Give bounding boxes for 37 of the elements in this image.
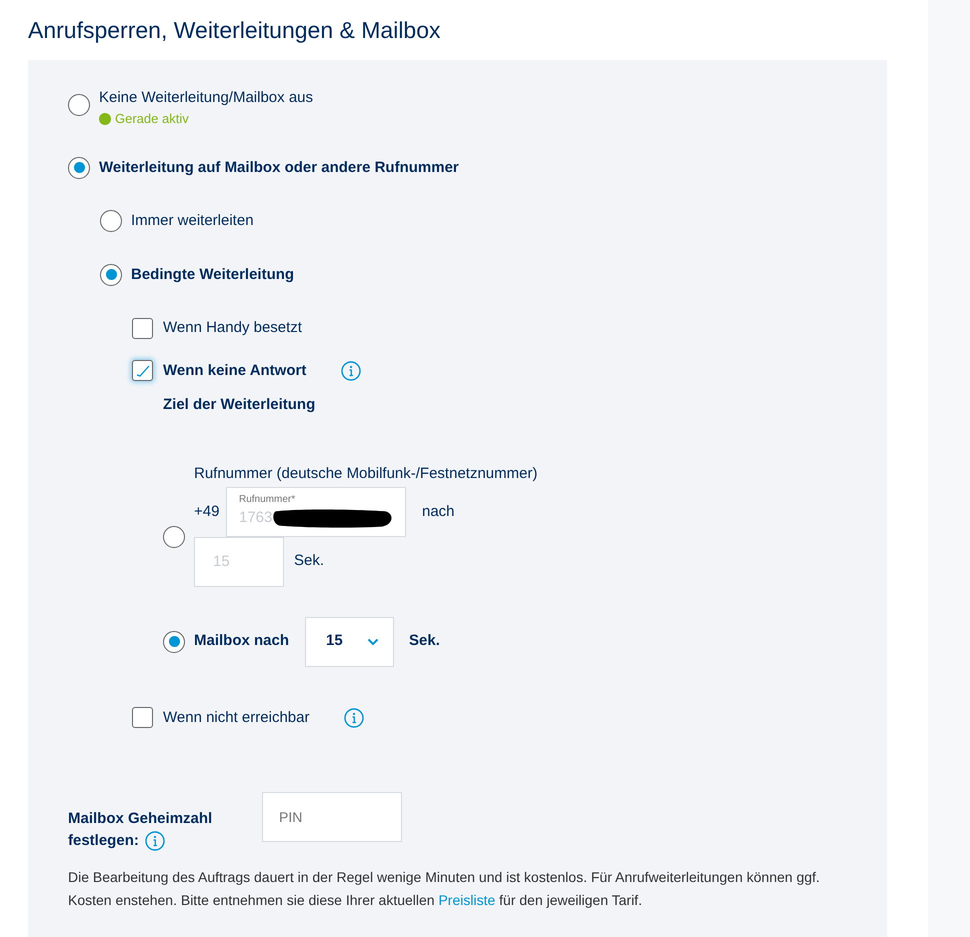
option-label: Wenn nicht erreichbar (163, 708, 310, 728)
checkbox[interactable] (132, 707, 153, 728)
radio-button[interactable] (68, 156, 90, 178)
checkmark-icon (136, 364, 150, 377)
status-text: Gerade aktiv (115, 110, 189, 128)
option-label: Wenn Handy besetzt (163, 318, 302, 338)
after-text: nach (422, 502, 455, 522)
option-label: Immer weiterleiten (131, 211, 254, 231)
floating-label: Rufnummer* (239, 492, 296, 506)
option-label: Mailbox nach (194, 631, 290, 652)
unit-label: Sek. (294, 551, 324, 572)
chevron-down-icon (367, 638, 380, 646)
radio-button[interactable] (163, 526, 185, 548)
country-code: +49 (194, 502, 220, 522)
option-label: Weiterleitung auf Mailbox oder andere Rufnummer (99, 158, 459, 178)
field-label: Rufnummer (deutsche Mobilfunk-/Festnetznummer) (194, 464, 538, 482)
checkbox[interactable] (132, 360, 153, 382)
info-icon[interactable] (144, 831, 165, 851)
radio-button[interactable] (100, 210, 122, 232)
pin-label: Mailbox Geheimzahl (68, 809, 212, 829)
radio-button[interactable] (100, 264, 122, 286)
info-icon[interactable] (344, 708, 364, 728)
section-heading: Ziel der Weiterleitung (163, 395, 316, 415)
price-list-link[interactable]: Preisliste (438, 892, 496, 908)
option-label: Wenn keine Antwort (163, 360, 306, 380)
seconds-dropdown[interactable]: 15 (305, 616, 394, 666)
option-label: Bedingte Weiterleitung (131, 264, 294, 284)
note-text: Die Bearbeitung des Auftrags dauert in der Regel wenige Minuten und ist kostenlos. Für Anrufweiterleitungen können ggf. Kosten enstehen. Bitte entnehmen sie diese Ihrer aktuellen Preisliste für den jeweiligen Tarif. (68, 868, 821, 910)
pin-label: festlegen: (68, 831, 139, 851)
unit-label: Sek. (409, 631, 440, 652)
option-label: Keine Weiterleitung/Mailbox aus (99, 88, 314, 108)
radio-button[interactable] (163, 630, 185, 652)
info-icon[interactable] (341, 360, 362, 381)
pin-field[interactable]: PIN (262, 792, 402, 842)
checkbox[interactable] (132, 318, 153, 339)
radio-button[interactable] (68, 94, 90, 116)
page-title: Anrufsperren, Weiterleitungen & Mailbox (28, 16, 442, 45)
